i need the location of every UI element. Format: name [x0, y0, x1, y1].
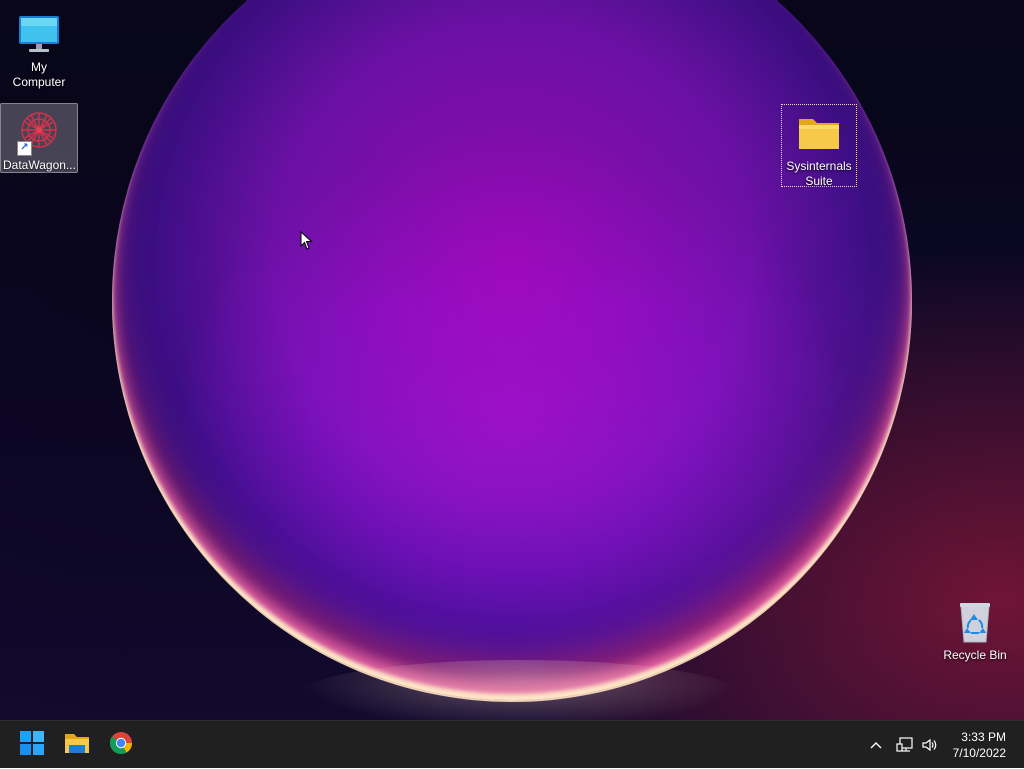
folder-icon — [795, 109, 843, 157]
file-explorer-icon — [64, 731, 90, 760]
network-icon[interactable] — [892, 737, 918, 753]
desktop-icon-datawagon[interactable]: ↗ DataWagon... — [0, 103, 78, 173]
system-tray — [866, 721, 942, 769]
mouse-cursor-icon — [300, 230, 314, 256]
monitor-icon — [15, 10, 63, 58]
desktop-icon-label: Recycle Bin — [943, 648, 1007, 662]
chevron-up-icon[interactable] — [866, 740, 886, 750]
desktop-icon-my-computer[interactable]: My Computer — [1, 6, 77, 90]
desktop-icon-label: My Computer — [12, 60, 66, 89]
windows-start-icon — [20, 730, 44, 760]
clock-date: 7/10/2022 — [952, 746, 1006, 760]
desktop-icon-label: Sysinternals Suite — [786, 159, 852, 188]
taskbar: 3:33 PM 7/10/2022 — [0, 720, 1024, 768]
wallpaper-glow — [300, 660, 740, 720]
taskbar-clock[interactable]: 3:33 PM 7/10/2022 — [953, 729, 1006, 761]
chrome-icon — [109, 731, 133, 760]
taskbar-file-explorer[interactable] — [57, 725, 97, 765]
shortcut-arrow-icon: ↗ — [17, 141, 32, 156]
datawagon-shortcut-icon: ↗ — [15, 108, 63, 156]
desktop-icon-recycle-bin[interactable]: Recycle Bin — [937, 594, 1013, 663]
clock-time: 3:33 PM — [961, 730, 1006, 744]
taskbar-google-chrome[interactable] — [101, 725, 141, 765]
start-button[interactable] — [12, 725, 52, 765]
desktop-icon-sysinternals-suite[interactable]: Sysinternals Suite — [781, 104, 857, 188]
desktop: My Computer ↗ DataWagon... Sysinternals … — [0, 0, 1024, 720]
recycle-bin-icon — [951, 598, 999, 646]
volume-icon[interactable] — [918, 737, 942, 753]
desktop-icon-label: DataWagon... — [3, 158, 76, 172]
